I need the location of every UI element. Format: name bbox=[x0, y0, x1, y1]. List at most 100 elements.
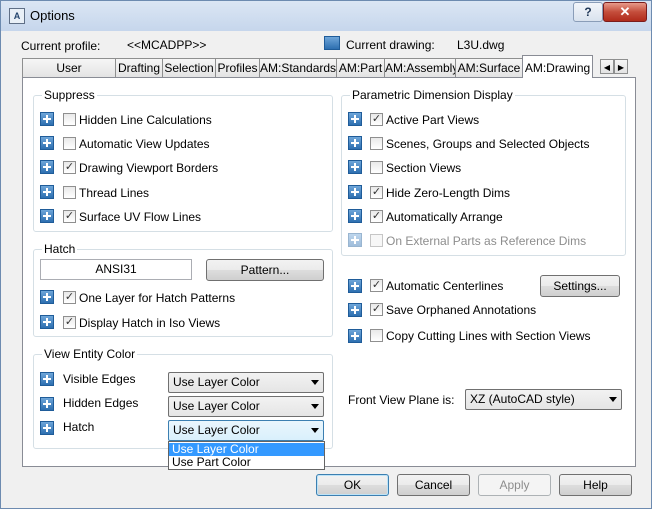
automatic-view-updates-label: Automatic View Updates bbox=[79, 137, 210, 151]
tab-selection[interactable]: Selection bbox=[162, 58, 216, 77]
drawing-viewport-borders-label: Drawing Viewport Borders bbox=[79, 161, 219, 175]
property-icon bbox=[348, 185, 362, 199]
property-icon bbox=[348, 233, 362, 247]
ok-button[interactable]: OK bbox=[316, 474, 389, 496]
hide-zero-length-dims-label: Hide Zero-Length Dims bbox=[386, 186, 511, 200]
help-icon-button[interactable]: ? bbox=[573, 2, 603, 22]
property-icon bbox=[348, 160, 362, 174]
one-layer-hatch-label: One Layer for Hatch Patterns bbox=[79, 291, 236, 305]
tab-am-assembly[interactable]: AM:Assembly bbox=[384, 58, 458, 77]
tab-am-drawing[interactable]: AM:Drawing bbox=[522, 55, 593, 78]
front-view-plane-select[interactable]: XZ (AutoCAD style) bbox=[465, 389, 622, 410]
scenes-groups-checkbox[interactable] bbox=[370, 137, 383, 150]
parametric-group: Parametric Dimension Display bbox=[341, 88, 626, 256]
property-icon bbox=[40, 372, 54, 386]
automatically-arrange-label: Automatically Arrange bbox=[386, 210, 503, 224]
app-icon: A bbox=[9, 8, 25, 24]
surface-uv-flow-lines-label: Surface UV Flow Lines bbox=[79, 210, 202, 224]
save-orphaned-annotations-label: Save Orphaned Annotations bbox=[386, 303, 537, 317]
chevron-down-icon bbox=[609, 397, 617, 402]
automatic-view-updates-checkbox[interactable] bbox=[63, 137, 76, 150]
chevron-down-icon bbox=[311, 404, 319, 409]
scenes-groups-label: Scenes, Groups and Selected Objects bbox=[386, 137, 590, 151]
external-parts-reference-label: On External Parts as Reference Dims bbox=[386, 234, 587, 248]
save-orphaned-annotations-checkbox[interactable]: ✓ bbox=[370, 303, 383, 316]
property-icon bbox=[348, 279, 362, 293]
property-icon bbox=[40, 421, 54, 435]
property-icon bbox=[40, 185, 54, 199]
tab-profiles[interactable]: Profiles bbox=[215, 58, 260, 77]
apply-button[interactable]: Apply bbox=[478, 474, 551, 496]
section-views-label: Section Views bbox=[386, 161, 462, 175]
tab-scroll-right-icon[interactable]: ▶ bbox=[614, 59, 628, 74]
active-part-views-checkbox[interactable]: ✓ bbox=[370, 113, 383, 126]
visible-edges-label: Visible Edges bbox=[63, 372, 136, 386]
suppress-title: Suppress bbox=[42, 88, 97, 102]
property-icon bbox=[348, 112, 362, 126]
current-drawing-value: L3U.dwg bbox=[457, 38, 505, 52]
property-icon bbox=[348, 329, 362, 343]
help-button[interactable]: Help bbox=[559, 474, 632, 496]
property-icon bbox=[348, 209, 362, 223]
current-drawing-label: Current drawing: bbox=[346, 38, 435, 52]
section-views-checkbox[interactable] bbox=[370, 161, 383, 174]
pattern-button[interactable]: Pattern... bbox=[206, 259, 324, 281]
front-view-plane-label: Front View Plane is: bbox=[348, 393, 455, 407]
tab-scroll-left-icon[interactable]: ◀ bbox=[600, 59, 614, 74]
property-icon bbox=[40, 315, 54, 329]
property-icon bbox=[40, 112, 54, 126]
view-entity-color-title: View Entity Color bbox=[42, 347, 138, 361]
tab-user-preferences[interactable]: User Preferences bbox=[22, 58, 116, 93]
front-view-plane-value: XZ (AutoCAD style) bbox=[470, 392, 575, 406]
display-hatch-iso-label: Display Hatch in Iso Views bbox=[79, 316, 221, 330]
thread-lines-checkbox[interactable] bbox=[63, 186, 76, 199]
display-hatch-iso-checkbox[interactable]: ✓ bbox=[63, 316, 76, 329]
parametric-title: Parametric Dimension Display bbox=[350, 88, 515, 102]
copy-cutting-lines-label: Copy Cutting Lines with Section Views bbox=[386, 329, 591, 343]
external-parts-reference-checkbox[interactable] bbox=[370, 234, 383, 247]
property-icon bbox=[348, 136, 362, 150]
hatch-title: Hatch bbox=[42, 242, 78, 256]
drawing-icon bbox=[324, 36, 340, 50]
hatch-color-dropdown-list: Use Layer Color Use Part Color bbox=[168, 441, 325, 470]
tab-am-surface[interactable]: AM:Surface bbox=[455, 58, 523, 77]
hidden-line-calculations-label: Hidden Line Calculations bbox=[79, 113, 212, 127]
surface-uv-flow-lines-checkbox[interactable]: ✓ bbox=[63, 210, 76, 223]
automatically-arrange-checkbox[interactable]: ✓ bbox=[370, 210, 383, 223]
settings-button[interactable]: Settings... bbox=[540, 275, 620, 297]
window-title: Options bbox=[30, 8, 75, 23]
tab-am-part[interactable]: AM:Part bbox=[336, 58, 385, 77]
drawing-viewport-borders-checkbox[interactable]: ✓ bbox=[63, 161, 76, 174]
automatic-centerlines-label: Automatic Centerlines bbox=[386, 279, 504, 293]
property-icon bbox=[40, 160, 54, 174]
hatch-color-value: Use Layer Color bbox=[173, 423, 260, 437]
chevron-down-icon bbox=[311, 380, 319, 385]
hidden-edges-select[interactable]: Use Layer Color bbox=[168, 396, 324, 417]
property-icon bbox=[40, 397, 54, 411]
hatch-color-label: Hatch bbox=[63, 420, 95, 434]
hidden-edges-label: Hidden Edges bbox=[63, 396, 139, 410]
property-icon bbox=[40, 136, 54, 150]
hidden-edges-value: Use Layer Color bbox=[173, 399, 260, 413]
hatch-pattern-field[interactable]: ANSI31 bbox=[40, 259, 192, 280]
current-profile-value: <<MCADPP>> bbox=[127, 38, 207, 52]
automatic-centerlines-checkbox[interactable]: ✓ bbox=[370, 279, 383, 292]
dropdown-option-use-part-color[interactable]: Use Part Color bbox=[169, 456, 324, 469]
cancel-button[interactable]: Cancel bbox=[397, 474, 470, 496]
visible-edges-select[interactable]: Use Layer Color bbox=[168, 372, 324, 393]
hatch-color-select[interactable]: Use Layer Color bbox=[168, 420, 324, 441]
tab-drafting[interactable]: Drafting bbox=[115, 58, 163, 77]
chevron-down-icon bbox=[311, 428, 319, 433]
thread-lines-label: Thread Lines bbox=[79, 186, 150, 200]
property-icon bbox=[40, 290, 54, 304]
one-layer-hatch-checkbox[interactable]: ✓ bbox=[63, 291, 76, 304]
visible-edges-value: Use Layer Color bbox=[173, 375, 260, 389]
hide-zero-length-dims-checkbox[interactable]: ✓ bbox=[370, 186, 383, 199]
property-icon bbox=[40, 209, 54, 223]
close-button[interactable]: ✕ bbox=[603, 2, 647, 22]
current-profile-label: Current profile: bbox=[21, 39, 101, 53]
tab-am-standards[interactable]: AM:Standards bbox=[259, 58, 337, 77]
active-part-views-label: Active Part Views bbox=[386, 113, 480, 127]
hidden-line-calculations-checkbox[interactable] bbox=[63, 113, 76, 126]
copy-cutting-lines-checkbox[interactable] bbox=[370, 329, 383, 342]
